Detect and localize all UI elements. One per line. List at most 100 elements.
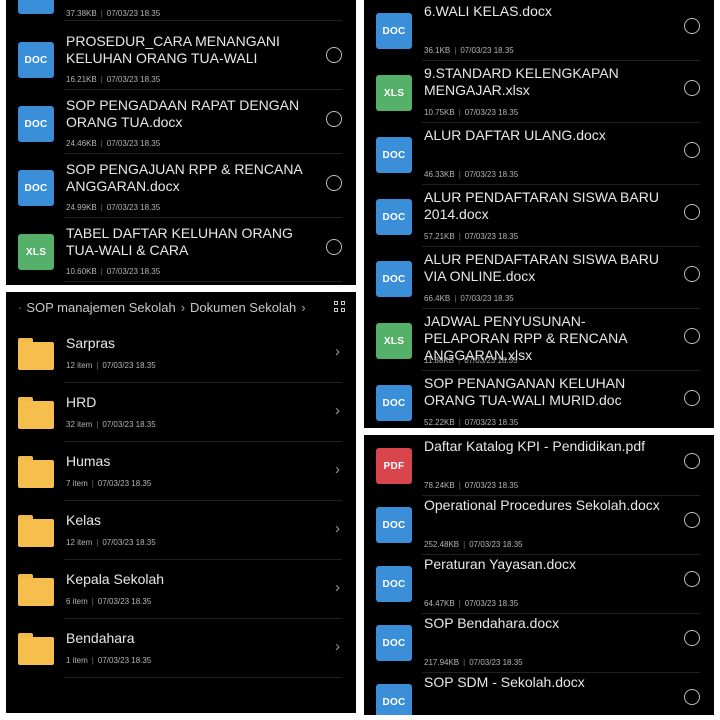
- radio-select-icon[interactable]: [684, 453, 700, 469]
- doc-file-icon: DOC: [376, 13, 412, 49]
- radio-select-icon[interactable]: [684, 630, 700, 646]
- file-row[interactable]: DOC Operational Procedures Sekolah.docx 25…: [364, 491, 714, 555]
- file-size: 24.46KB: [66, 139, 97, 148]
- radio-select-icon[interactable]: [684, 266, 700, 282]
- file-name: Operational Procedures Sekolah.docx: [424, 497, 660, 513]
- file-meta: 10.75KB | 07/03/23 18.35: [424, 108, 519, 117]
- file-date: 07/03/23 18.35: [106, 9, 161, 18]
- folder-date: 07/03/23 18.35: [102, 538, 156, 547]
- chevron-right-icon: ›: [335, 461, 340, 478]
- folder-date: 07/03/23 18.35: [97, 656, 152, 665]
- file-size: 78.24KB: [424, 481, 455, 490]
- item-count: 12 item: [66, 538, 93, 547]
- folder-date: 07/03/23 18.35: [97, 597, 152, 606]
- file-row[interactable]: DOC SOP PENANGANAN KELUHAN ORANG TUA-WALI…: [364, 369, 714, 428]
- file-row[interactable]: XLS TABEL DAFTAR KELUHAN ORANG TUA-WALI &…: [6, 218, 356, 282]
- grid-view-icon[interactable]: [334, 301, 346, 313]
- doc-file-icon: DOC: [18, 42, 54, 78]
- radio-select-icon[interactable]: [684, 571, 700, 587]
- file-row[interactable]: DOC 6.WALI KELAS.docx 36.1KB | 07/03/23 18.3…: [364, 0, 714, 61]
- radio-select-icon[interactable]: [326, 47, 342, 63]
- file-row[interactable]: PDF Daftar Katalog KPI - Pendidikan.pdf 78…: [364, 435, 714, 496]
- file-size: 57.21KB: [424, 232, 455, 241]
- folder-meta: 12 item | 07/03/23 18.35: [66, 361, 156, 370]
- xls-file-icon: XLS: [376, 323, 412, 359]
- folder-icon: [18, 574, 54, 606]
- radio-select-icon[interactable]: [684, 142, 700, 158]
- file-row[interactable]: DOC Peraturan Yayasan.docx 64.47KB | 07/03/2…: [364, 550, 714, 614]
- radio-select-icon[interactable]: [684, 80, 700, 96]
- radio-select-icon[interactable]: [684, 390, 700, 406]
- file-row[interactable]: DOC ALUR PENDAFTARAN SISWA BARU 2014.docx…: [364, 183, 714, 247]
- folder-row[interactable]: Bendahara 1 item | 07/03/23 18.35 ›: [6, 619, 356, 678]
- divider: [64, 677, 342, 678]
- folder-row[interactable]: Sarpras 12 item | 07/03/23 18.35 ›: [6, 324, 356, 383]
- radio-select-icon[interactable]: [326, 175, 342, 191]
- file-date: 07/03/23 18.35: [464, 599, 519, 608]
- radio-select-icon[interactable]: [684, 18, 700, 34]
- folder-date: 07/03/23 18.35: [102, 420, 156, 429]
- folder-meta: 7 item | 07/03/23 18.35: [66, 479, 152, 488]
- file-row[interactable]: DOC ALUR DAFTAR ULANG.docx 46.33KB | 07/03/2…: [364, 121, 714, 185]
- file-name: Daftar Katalog KPI - Pendidikan.pdf: [424, 438, 646, 454]
- breadcrumb-dot: ·: [18, 299, 23, 315]
- file-row[interactable]: DOCSOP SDM - Sekolah.docx136.66KB|07/03/…: [364, 668, 714, 715]
- chevron-right-icon: ›: [335, 638, 340, 655]
- file-name: SOP PENANGANAN KELUHAN ORANG TUA-WALI MU…: [424, 375, 626, 408]
- file-row[interactable]: DOC ALUR PENDAFTARAN SISWA BARU VIA ONLIN…: [364, 245, 714, 309]
- file-meta: 11.88KB | 07/03/23 18.35: [424, 356, 518, 365]
- radio-select-icon[interactable]: [684, 689, 700, 705]
- file-name: TABEL DAFTAR KELUHAN ORANG TUA-WALI & CA…: [66, 225, 293, 258]
- file-name: ALUR PENDAFTARAN SISWA BARU 2014.docx: [424, 189, 659, 222]
- file-name: SOP PENGAJUAN RPP & RENCANA ANGGARAN.doc…: [66, 161, 302, 194]
- radio-select-icon[interactable]: [326, 239, 342, 255]
- file-meta: 64.47KB | 07/03/23 18.35: [424, 599, 519, 608]
- folder-meta: 6 item | 07/03/23 18.35: [66, 597, 152, 606]
- folder-row[interactable]: Humas 7 item | 07/03/23 18.35 ›: [6, 442, 356, 501]
- file-row[interactable]: DOC SOP PENGADAAN RAPAT DENGAN ORANG TUA.…: [6, 90, 356, 154]
- file-meta: 78.24KB | 07/03/23 18.35: [424, 481, 519, 490]
- radio-select-icon[interactable]: [684, 328, 700, 344]
- file-meta: 66.4KB | 07/03/23 18.35: [424, 294, 514, 303]
- doc-file-icon: DOC: [376, 625, 412, 661]
- file-row[interactable]: DOC SOP Bendahara.docx 217.94KB | 07/03/23 1…: [364, 609, 714, 673]
- radio-select-icon[interactable]: [684, 204, 700, 220]
- file-meta: 16.21KB | 07/03/23 18.35: [66, 75, 161, 84]
- file-name: SOP PENGADAAN RAPAT DENGAN ORANG TUA.doc…: [66, 97, 300, 130]
- file-name: Peraturan Yayasan.docx: [424, 556, 577, 572]
- folder-row[interactable]: Kepala Sekolah 6 item | 07/03/23 18.35 ›: [6, 560, 356, 619]
- file-size: 24.99KB: [66, 203, 97, 212]
- file-meta: 24.46KB | 07/03/23 18.35: [66, 139, 161, 148]
- folder-name: Sarpras: [66, 335, 116, 351]
- file-row[interactable]: XLS JADWAL PENYUSUNAN-PELAPORAN RPP & REN…: [364, 307, 714, 371]
- file-date: 07/03/23 18.35: [464, 356, 518, 365]
- file-row[interactable]: DOC PROSEDUR_CARA MENANGANI KELUHAN ORANG…: [6, 26, 356, 90]
- breadcrumb-item-dokumen[interactable]: Dokumen Sekolah: [190, 300, 296, 315]
- radio-select-icon[interactable]: [326, 111, 342, 127]
- folder-name: Humas: [66, 453, 111, 469]
- file-meta: 252.48KB | 07/03/23 18.35: [424, 540, 523, 549]
- folder-date: 07/03/23 18.35: [102, 361, 156, 370]
- xls-file-icon: XLS: [376, 75, 412, 111]
- file-meta: 37.38KB | 07/03/23 18.35: [66, 9, 161, 18]
- file-meta: 52.22KB | 07/03/23 18.35: [424, 418, 519, 427]
- radio-select-icon[interactable]: [684, 512, 700, 528]
- file-size: 217.94KB: [424, 658, 460, 667]
- folder-row[interactable]: Kelas 12 item | 07/03/23 18.35 ›: [6, 501, 356, 560]
- breadcrumb-item-sop[interactable]: SOP manajemen Sekolah: [26, 300, 175, 315]
- file-list-panel-1: DOC 37.38KB|07/03/23 18.35 DOC PROSEDUR_C…: [6, 0, 356, 285]
- divider: [64, 281, 342, 282]
- chevron-right-icon: ›: [335, 520, 340, 537]
- file-date: 07/03/23 18.35: [106, 203, 161, 212]
- file-size: 46.33KB: [424, 170, 455, 179]
- file-meta: 46.33KB | 07/03/23 18.35: [424, 170, 519, 179]
- file-name: PROSEDUR_CARA MENANGANI KELUHAN ORANG TU…: [66, 33, 280, 66]
- folder-name: Bendahara: [66, 630, 135, 646]
- chevron-right-icon: ›: [335, 402, 340, 419]
- file-row[interactable]: DOC SOP PENGAJUAN RPP & RENCANA ANGGARAN.…: [6, 154, 356, 218]
- file-row[interactable]: XLS 9.STANDARD KELENGKAPAN MENGAJAR.xlsx 1…: [364, 59, 714, 123]
- file-list-panel-4: PDF Daftar Katalog KPI - Pendidikan.pdf 78…: [364, 435, 714, 715]
- folder-row[interactable]: HRD 32 item | 07/03/23 18.35 ›: [6, 383, 356, 442]
- file-size: 36.1KB: [424, 46, 451, 55]
- folder-meta: 12 item | 07/03/23 18.35: [66, 538, 156, 547]
